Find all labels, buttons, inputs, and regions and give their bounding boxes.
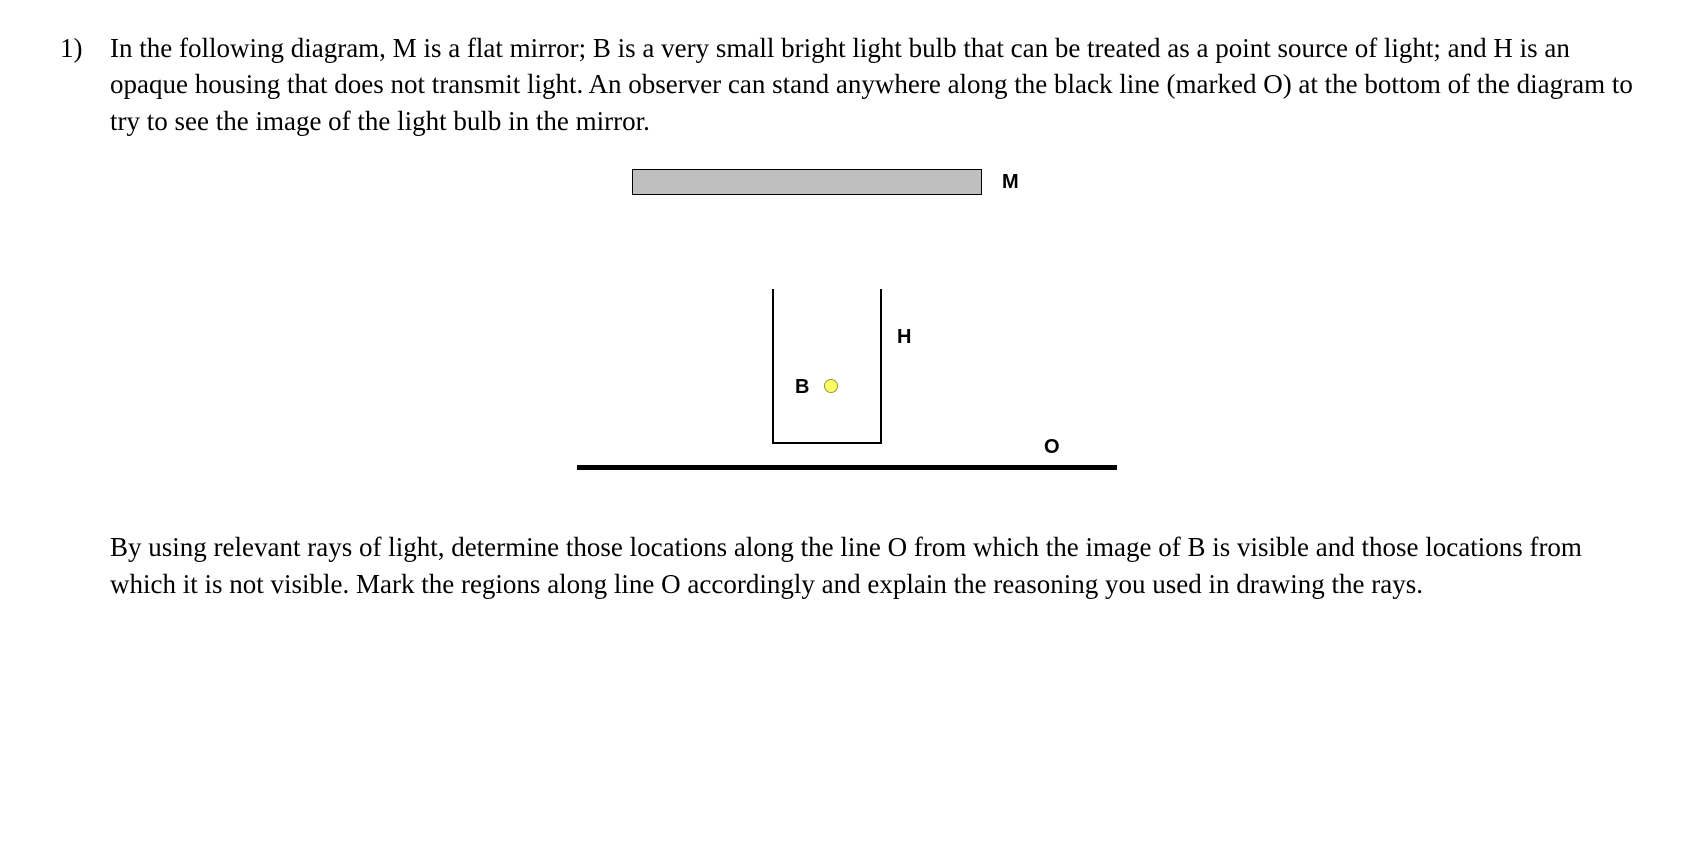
problem-paragraph-2: By using relevant rays of light, determi… [110,529,1634,602]
problem-container: 1) In the following diagram, M is a flat… [60,30,1634,622]
diagram-container: M H B O [110,169,1634,489]
problem-paragraph-1: In the following diagram, M is a flat mi… [110,30,1634,139]
observer-label: O [1044,434,1060,461]
housing-shape [772,289,882,444]
mirror-shape [632,169,982,195]
housing-label: H [897,324,911,351]
observer-line [577,465,1117,470]
problem-body: In the following diagram, M is a flat mi… [110,30,1634,622]
bulb-label: B [795,374,809,401]
physics-diagram: M H B O [522,169,1222,489]
mirror-label: M [1002,169,1019,196]
problem-number: 1) [60,30,110,66]
